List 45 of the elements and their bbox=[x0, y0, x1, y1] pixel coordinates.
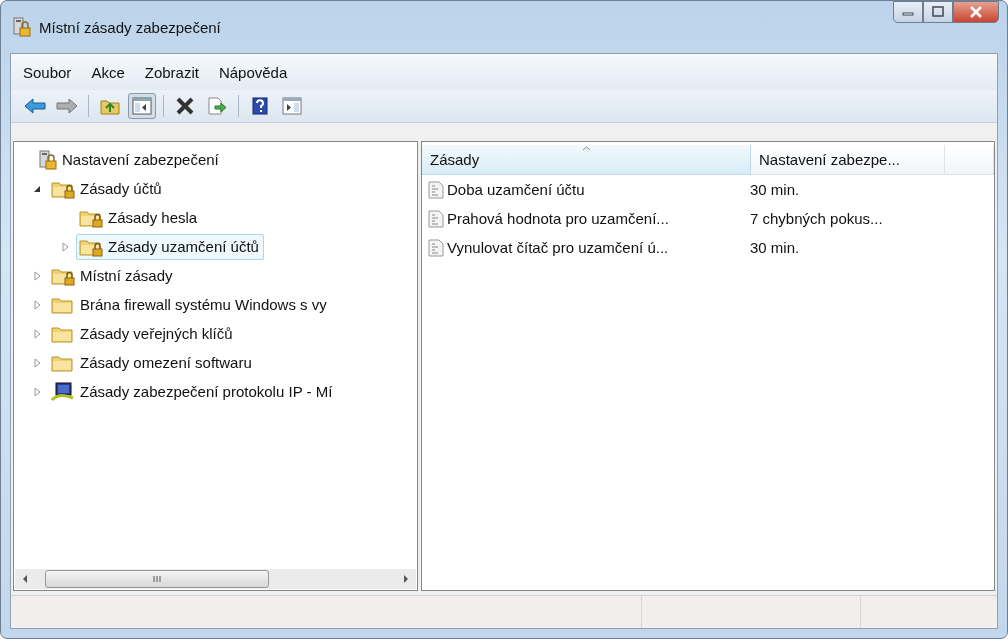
tree-item[interactable]: Nastavení zabezpečení bbox=[62, 151, 219, 168]
tree-item[interactable]: Brána firewall systému Windows s vy bbox=[80, 296, 327, 313]
tree-item[interactable]: Místní zásady bbox=[80, 267, 173, 284]
close-button[interactable] bbox=[953, 1, 999, 23]
policy-setting: 7 chybných pokus... bbox=[750, 210, 883, 227]
tree-item[interactable]: Zásady omezení softwaru bbox=[80, 354, 252, 371]
close-icon bbox=[968, 6, 984, 18]
scroll-right-icon[interactable] bbox=[402, 574, 410, 584]
horizontal-scrollbar[interactable] bbox=[15, 569, 416, 589]
menu-item[interactable]: Zobrazit bbox=[144, 63, 199, 81]
collapsed-triangle-icon[interactable] bbox=[33, 299, 41, 310]
security-settings-icon bbox=[39, 149, 57, 170]
expanded-triangle-icon[interactable] bbox=[33, 184, 41, 193]
menu-item[interactable]: Nápověda bbox=[218, 63, 288, 81]
column-header[interactable]: Zásady bbox=[422, 145, 751, 175]
tree-item[interactable]: Zásady zabezpečení protokolu IP - Mí bbox=[80, 383, 333, 400]
menu-item[interactable]: Akce bbox=[91, 63, 125, 81]
policy-setting: 30 min. bbox=[750, 239, 800, 256]
collapsed-triangle-icon[interactable] bbox=[33, 386, 41, 397]
policy-icon bbox=[428, 209, 444, 228]
policy-name[interactable]: Vynulovat čítač pro uzamčení ú... bbox=[447, 239, 669, 256]
collapsed-triangle-icon[interactable] bbox=[61, 241, 69, 252]
policy-icon bbox=[428, 238, 444, 257]
maximize-button[interactable] bbox=[923, 1, 953, 23]
show-tree-button[interactable] bbox=[128, 93, 156, 119]
menu-item[interactable]: Soubor bbox=[23, 63, 72, 81]
policy-name[interactable]: Doba uzamčení účtu bbox=[447, 181, 585, 198]
security-settings-icon bbox=[13, 17, 31, 37]
maximize-icon bbox=[931, 6, 945, 18]
scroll-left-icon[interactable] bbox=[21, 574, 29, 584]
policy-name[interactable]: Prahová hodnota pro uzamčení... bbox=[447, 210, 669, 227]
column-header[interactable]: Nastavení zabezpe... bbox=[751, 145, 945, 175]
collapsed-triangle-icon[interactable] bbox=[33, 270, 41, 281]
tree-item[interactable]: Zásady uzamčení účtů bbox=[108, 238, 259, 255]
tree-item[interactable]: Zásady účtů bbox=[80, 180, 162, 197]
minimize-button[interactable] bbox=[893, 1, 923, 23]
tree-item[interactable]: Zásady hesla bbox=[108, 209, 198, 226]
scrollbar-thumb[interactable] bbox=[45, 570, 269, 588]
collapsed-triangle-icon[interactable] bbox=[33, 357, 41, 368]
window-title: Místní zásady zabezpečení bbox=[39, 18, 221, 36]
computer-icon bbox=[51, 381, 75, 402]
policy-setting: 30 min. bbox=[750, 181, 800, 198]
policy-icon bbox=[428, 180, 444, 199]
tree-item[interactable]: Zásady veřejných klíčů bbox=[80, 325, 233, 342]
collapsed-triangle-icon[interactable] bbox=[33, 328, 41, 339]
